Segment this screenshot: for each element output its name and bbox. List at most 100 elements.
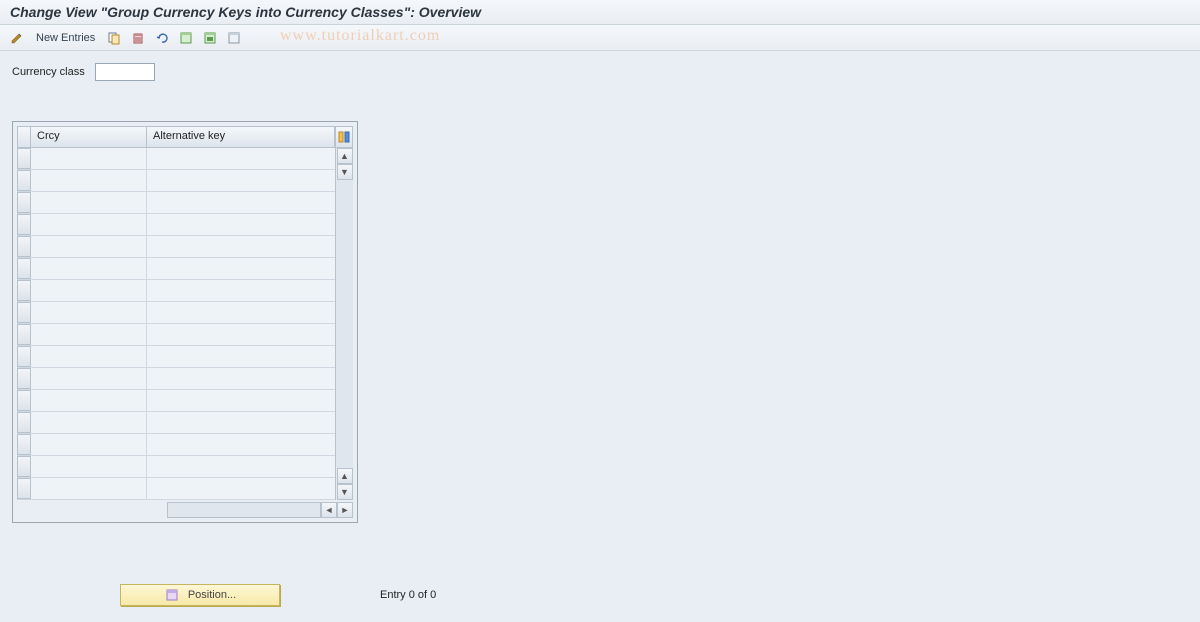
col-header-crcy[interactable]: Crcy bbox=[31, 126, 147, 148]
alt-key-cell[interactable] bbox=[147, 346, 335, 367]
crcy-cell[interactable] bbox=[31, 214, 147, 235]
col-header-alt[interactable]: Alternative key bbox=[147, 126, 335, 148]
watermark-text: www.tutorialkart.com bbox=[280, 27, 440, 45]
vertical-scrollbar[interactable]: ▲ ▼ ▲ ▼ bbox=[335, 148, 353, 500]
table-row[interactable] bbox=[17, 478, 335, 500]
crcy-cell[interactable] bbox=[31, 456, 147, 477]
position-icon bbox=[164, 587, 180, 603]
alt-key-cell[interactable] bbox=[147, 192, 335, 213]
row-selector[interactable] bbox=[17, 236, 31, 257]
alt-key-cell[interactable] bbox=[147, 214, 335, 235]
row-selector[interactable] bbox=[17, 302, 31, 323]
scroll-up-icon[interactable]: ▲ bbox=[337, 148, 353, 164]
table-row[interactable] bbox=[17, 170, 335, 192]
entry-count-label: Entry 0 of 0 bbox=[380, 589, 436, 601]
scroll-down-icon[interactable]: ▼ bbox=[337, 484, 353, 500]
select-all-icon[interactable] bbox=[177, 29, 195, 47]
row-selector[interactable] bbox=[17, 412, 31, 433]
crcy-cell[interactable] bbox=[31, 412, 147, 433]
table-row[interactable] bbox=[17, 258, 335, 280]
footer-bar: Position... Entry 0 of 0 bbox=[120, 584, 436, 606]
table-row[interactable] bbox=[17, 236, 335, 258]
scroll-down-small-icon[interactable]: ▼ bbox=[337, 164, 353, 180]
crcy-cell[interactable] bbox=[31, 390, 147, 411]
alt-key-cell[interactable] bbox=[147, 148, 335, 169]
alt-key-cell[interactable] bbox=[147, 302, 335, 323]
position-label: Position... bbox=[188, 589, 236, 601]
table-row[interactable] bbox=[17, 346, 335, 368]
undo-change-icon[interactable] bbox=[153, 29, 171, 47]
alt-key-cell[interactable] bbox=[147, 456, 335, 477]
row-selector[interactable] bbox=[17, 346, 31, 367]
table-row[interactable] bbox=[17, 456, 335, 478]
crcy-cell[interactable] bbox=[31, 478, 147, 499]
hscroll-track[interactable] bbox=[167, 502, 321, 518]
alt-key-cell[interactable] bbox=[147, 368, 335, 389]
table-row[interactable] bbox=[17, 324, 335, 346]
table-row[interactable] bbox=[17, 390, 335, 412]
new-entries-button[interactable]: New Entries bbox=[32, 32, 99, 44]
deselect-all-icon[interactable] bbox=[225, 29, 243, 47]
row-selector[interactable] bbox=[17, 390, 31, 411]
page-title: Change View "Group Currency Keys into Cu… bbox=[0, 0, 1200, 25]
alt-key-cell[interactable] bbox=[147, 236, 335, 257]
table-header: Crcy Alternative key bbox=[17, 126, 335, 148]
row-selector[interactable] bbox=[17, 280, 31, 301]
alt-key-cell[interactable] bbox=[147, 412, 335, 433]
table-row[interactable] bbox=[17, 434, 335, 456]
table-configure-icon[interactable] bbox=[335, 126, 353, 148]
crcy-cell[interactable] bbox=[31, 324, 147, 345]
crcy-cell[interactable] bbox=[31, 236, 147, 257]
copy-as-icon[interactable] bbox=[105, 29, 123, 47]
crcy-cell[interactable] bbox=[31, 280, 147, 301]
scroll-right-icon[interactable]: ► bbox=[337, 502, 353, 518]
crcy-cell[interactable] bbox=[31, 434, 147, 455]
crcy-cell[interactable] bbox=[31, 302, 147, 323]
row-selector[interactable] bbox=[17, 258, 31, 279]
crcy-cell[interactable] bbox=[31, 148, 147, 169]
select-all-header[interactable] bbox=[17, 126, 31, 148]
alt-key-cell[interactable] bbox=[147, 478, 335, 499]
row-selector[interactable] bbox=[17, 434, 31, 455]
currency-table: Crcy Alternative key ▲ ▼ ▲ ▼ bbox=[12, 121, 358, 523]
crcy-cell[interactable] bbox=[31, 346, 147, 367]
alt-key-cell[interactable] bbox=[147, 434, 335, 455]
horizontal-scrollbar[interactable]: ◄ ► bbox=[17, 502, 353, 518]
crcy-cell[interactable] bbox=[31, 368, 147, 389]
content-area: Currency class Crcy Alternative key ▲ ▼ bbox=[0, 51, 1200, 527]
scroll-track[interactable] bbox=[336, 180, 353, 468]
row-selector[interactable] bbox=[17, 192, 31, 213]
table-row[interactable] bbox=[17, 214, 335, 236]
table-row[interactable] bbox=[17, 148, 335, 170]
select-block-icon[interactable] bbox=[201, 29, 219, 47]
row-selector[interactable] bbox=[17, 148, 31, 169]
row-selector[interactable] bbox=[17, 478, 31, 499]
toggle-display-change-icon[interactable] bbox=[8, 29, 26, 47]
row-selector[interactable] bbox=[17, 456, 31, 477]
alt-key-cell[interactable] bbox=[147, 258, 335, 279]
scroll-up-small-icon[interactable]: ▲ bbox=[337, 468, 353, 484]
crcy-cell[interactable] bbox=[31, 170, 147, 191]
alt-key-cell[interactable] bbox=[147, 324, 335, 345]
alt-key-cell[interactable] bbox=[147, 170, 335, 191]
row-selector[interactable] bbox=[17, 214, 31, 235]
currency-class-input[interactable] bbox=[95, 63, 155, 81]
delete-icon[interactable] bbox=[129, 29, 147, 47]
toolbar: New Entries www.tutorialkart.com bbox=[0, 25, 1200, 51]
row-selector[interactable] bbox=[17, 170, 31, 191]
scroll-left-icon[interactable]: ◄ bbox=[321, 502, 337, 518]
table-row[interactable] bbox=[17, 368, 335, 390]
table-row[interactable] bbox=[17, 192, 335, 214]
row-selector[interactable] bbox=[17, 368, 31, 389]
currency-class-row: Currency class bbox=[12, 63, 1188, 81]
table-row[interactable] bbox=[17, 412, 335, 434]
position-button[interactable]: Position... bbox=[120, 584, 280, 606]
alt-key-cell[interactable] bbox=[147, 280, 335, 301]
table-body: Crcy Alternative key bbox=[17, 126, 335, 500]
alt-key-cell[interactable] bbox=[147, 390, 335, 411]
crcy-cell[interactable] bbox=[31, 258, 147, 279]
table-row[interactable] bbox=[17, 280, 335, 302]
crcy-cell[interactable] bbox=[31, 192, 147, 213]
row-selector[interactable] bbox=[17, 324, 31, 345]
table-row[interactable] bbox=[17, 302, 335, 324]
